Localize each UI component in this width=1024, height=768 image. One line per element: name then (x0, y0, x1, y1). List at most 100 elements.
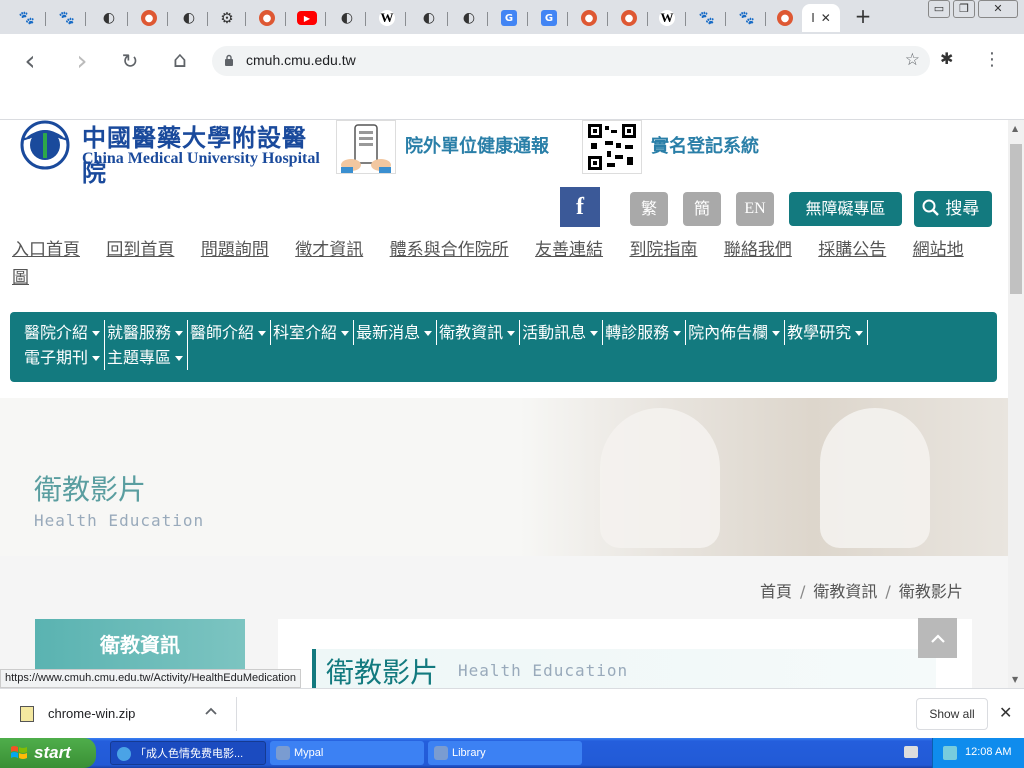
browser-tab[interactable]: G (490, 4, 528, 32)
search-button[interactable]: 搜尋 (914, 191, 992, 227)
forward-button[interactable]: › (68, 47, 96, 75)
lang-traditional-button[interactable]: 繁 (630, 192, 668, 226)
main-nav-item[interactable]: 院內佈告欄 (688, 320, 786, 345)
browser-tab[interactable]: ◐ (328, 4, 366, 32)
globe-icon: ◐ (340, 10, 354, 26)
browser-tab[interactable]: W (368, 4, 406, 32)
reload-button[interactable]: ↻ (116, 47, 144, 75)
taskbar-item-browser[interactable]: 「成人色情免费电影... (110, 741, 266, 765)
top-link[interactable]: 徵才資訊 (295, 240, 363, 260)
facebook-button[interactable]: f (560, 187, 600, 227)
browser-tab[interactable]: ◐ (450, 4, 488, 32)
browser-tab[interactable]: 🐾 (688, 4, 726, 32)
main-nav-item[interactable]: 科室介紹 (273, 320, 355, 345)
clock[interactable]: 12:08 AM (965, 746, 1011, 758)
top-link[interactable]: 入口首頁 (12, 240, 80, 260)
browser-tab[interactable]: 🐾 (48, 4, 86, 32)
main-nav-item[interactable]: 就醫服務 (107, 320, 189, 345)
windows-taskbar: start 「成人色情免费电影... Mypal Library 12:08 A… (0, 738, 1024, 768)
download-filename[interactable]: chrome-win.zip (48, 706, 135, 721)
url-text[interactable]: cmuh.cmu.edu.tw (246, 52, 356, 68)
phone-hand-icon (341, 124, 391, 173)
tab-active[interactable]: I ✕ (802, 4, 840, 32)
restore-button[interactable]: ❐ (953, 0, 975, 18)
top-link[interactable]: 聯絡我們 (724, 240, 792, 260)
health-report-link[interactable]: 院外單位健康通報 (405, 132, 549, 158)
accessibility-button[interactable]: 無障礙專區 (789, 192, 902, 226)
browser-tab[interactable]: ◐ (170, 4, 208, 32)
yoga-figure-right (820, 408, 930, 548)
qr-code-icon (587, 123, 637, 171)
scroll-up-arrow[interactable]: ▲ (1012, 124, 1018, 133)
close-tab-icon[interactable]: ✕ (821, 11, 831, 25)
real-name-registration-link[interactable]: 實名登記系統 (651, 132, 759, 158)
top-link[interactable]: 回到首頁 (106, 240, 174, 260)
browser-tab[interactable]: ◐ (410, 4, 448, 32)
bookmark-star-icon[interactable]: ☆ (905, 50, 920, 70)
tab-separator (325, 12, 326, 26)
main-nav-item[interactable]: 醫院介紹 (24, 320, 106, 345)
top-link[interactable]: 到院指南 (629, 240, 697, 260)
page-scrollbar[interactable]: ▲ ▼ (1008, 120, 1024, 688)
home-button[interactable]: ⌂ (166, 47, 194, 75)
close-window-button[interactable]: ✕ (978, 0, 1018, 18)
lang-english-button[interactable]: EN (736, 192, 774, 226)
dropdown-caret-icon (507, 331, 516, 336)
close-download-bar-icon[interactable]: ✕ (999, 703, 1012, 722)
download-options-chevron[interactable] (205, 703, 217, 719)
show-all-downloads-button[interactable]: Show all (916, 698, 988, 730)
dropdown-caret-icon (341, 331, 350, 336)
main-nav-item[interactable]: 衛教資訊 (439, 320, 521, 345)
top-link[interactable]: 採購公告 (818, 240, 886, 260)
browser-tab[interactable]: 🐾 (8, 4, 46, 32)
keyboard-icon[interactable] (904, 746, 918, 758)
main-nav-item[interactable]: 電子期刊 (24, 345, 106, 370)
browser-tab[interactable]: ▶ (288, 4, 326, 32)
main-nav-label: 就醫服務 (107, 323, 172, 342)
start-button[interactable]: start (0, 738, 96, 768)
main-nav-item[interactable]: 活動訊息 (522, 320, 604, 345)
taskbar-item-mypal[interactable]: Mypal (270, 741, 424, 765)
tab-separator (365, 12, 366, 26)
minimize-button[interactable]: ▭ (928, 0, 950, 18)
tab-separator (447, 12, 448, 26)
browser-tab[interactable]: ◐ (90, 4, 128, 32)
hospital-logo[interactable]: 中國醫藥大學附設醫院 China Medical University Hosp… (14, 120, 326, 187)
main-nav-item[interactable]: 教學研究 (787, 320, 869, 345)
google-translate-icon: G (501, 10, 517, 26)
top-link[interactable]: 體系與合作院所 (390, 240, 509, 260)
tab-separator (167, 12, 168, 26)
network-icon[interactable] (943, 746, 957, 760)
main-nav-item[interactable]: 主題專區 (107, 345, 189, 370)
main-nav-item[interactable]: 轉診服務 (605, 320, 687, 345)
extensions-icon[interactable]: ✱ (940, 49, 953, 68)
scroll-down-arrow[interactable]: ▼ (1012, 675, 1018, 684)
browser-tab[interactable]: ● (610, 4, 648, 32)
address-bar[interactable]: cmuh.cmu.edu.tw ☆ (212, 46, 930, 76)
new-tab-button[interactable]: + (852, 6, 874, 28)
browser-tab[interactable]: ● (766, 4, 804, 32)
main-nav-item[interactable]: 最新消息 (356, 320, 438, 345)
top-link[interactable]: 問題詢問 (201, 240, 269, 260)
browser-menu-icon[interactable]: ⋮ (983, 49, 1001, 70)
browser-tab[interactable]: W (648, 4, 686, 32)
main-nav-item[interactable]: 醫師介紹 (190, 320, 272, 345)
yoga-figure-left (600, 408, 720, 548)
back-button[interactable]: ‹ (16, 47, 44, 75)
qr-code-image[interactable] (582, 120, 642, 174)
back-to-top-button[interactable] (918, 618, 957, 658)
browser-tab[interactable]: 🐾 (728, 4, 766, 32)
breadcrumb-home[interactable]: 首頁 (760, 582, 792, 601)
scroll-thumb[interactable] (1010, 144, 1022, 294)
browser-tab[interactable]: G (530, 4, 568, 32)
lang-simplified-button[interactable]: 簡 (683, 192, 721, 226)
browser-tab[interactable]: ● (570, 4, 608, 32)
tab-separator (405, 12, 406, 26)
browser-tab[interactable]: ⚙ (208, 4, 246, 32)
top-link[interactable]: 友善連結 (535, 240, 603, 260)
browser-tab[interactable]: ● (130, 4, 168, 32)
breadcrumb-health-info[interactable]: 衛教資訊 (813, 582, 877, 601)
taskbar-item-library[interactable]: Library (428, 741, 582, 765)
phone-report-image[interactable] (336, 120, 396, 174)
browser-tab[interactable]: ● (248, 4, 286, 32)
